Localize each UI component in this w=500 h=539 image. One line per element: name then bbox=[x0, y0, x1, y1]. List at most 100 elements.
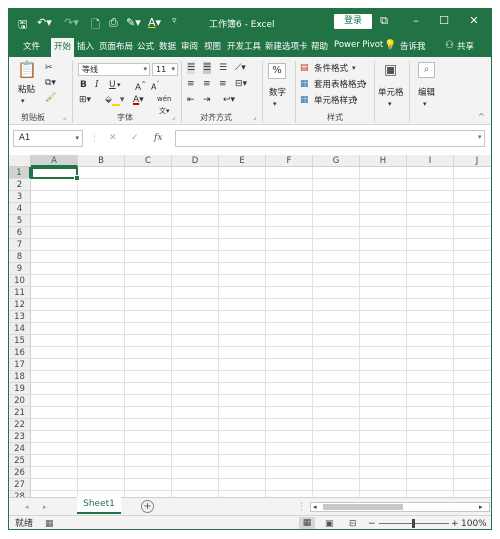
editing-dropdown-icon[interactable]: ▾ bbox=[423, 98, 427, 110]
align-middle-icon[interactable]: ☰ bbox=[203, 62, 212, 74]
column-header[interactable]: D bbox=[172, 155, 219, 167]
align-bottom-icon[interactable]: ☰ bbox=[219, 62, 227, 74]
align-top-icon[interactable]: ☰ bbox=[187, 62, 196, 74]
paste-label[interactable]: 粘贴 bbox=[18, 83, 35, 95]
orientation-icon[interactable]: ⟋▾ bbox=[235, 62, 246, 74]
sheet-tab-sheet1[interactable]: Sheet1 bbox=[77, 497, 121, 514]
row-header[interactable]: 15 bbox=[9, 335, 31, 347]
column-header[interactable]: C bbox=[125, 155, 172, 167]
row-header[interactable]: 24 bbox=[9, 443, 31, 455]
paste-icon[interactable]: 📋 bbox=[17, 61, 37, 79]
paste-dropdown-icon[interactable]: ▾ bbox=[21, 95, 25, 107]
increase-font-icon[interactable]: A^ bbox=[135, 79, 146, 94]
share-button[interactable]: 共享 bbox=[457, 40, 474, 52]
close-icon[interactable]: ✕ bbox=[466, 14, 482, 27]
expand-formula-icon[interactable]: ▾ bbox=[478, 133, 482, 141]
collapse-ribbon-icon[interactable]: ^ bbox=[478, 111, 485, 123]
column-header[interactable]: F bbox=[266, 155, 313, 167]
row-header[interactable]: 16 bbox=[9, 347, 31, 359]
normal-view-icon[interactable]: ▦ bbox=[299, 517, 315, 529]
scroll-right-icon[interactable]: ▸ bbox=[479, 501, 483, 513]
cells-dropdown-icon[interactable]: ▾ bbox=[388, 98, 392, 110]
format-painter-button-icon[interactable]: 🖌 bbox=[45, 92, 56, 104]
font-size-select[interactable]: 11 ▾ bbox=[152, 63, 178, 76]
decrease-font-icon[interactable]: Aˇ bbox=[151, 79, 159, 94]
row-header[interactable]: 21 bbox=[9, 407, 31, 419]
conditional-format-button[interactable]: 条件格式 bbox=[314, 62, 348, 74]
redo-icon[interactable]: ↷▾ bbox=[64, 16, 79, 29]
tab-formulas[interactable]: 公式 bbox=[137, 40, 154, 52]
column-header[interactable]: I bbox=[407, 155, 454, 167]
row-header[interactable]: 19 bbox=[9, 383, 31, 395]
scroll-left-icon[interactable]: ◂ bbox=[313, 501, 317, 513]
row-header[interactable]: 7 bbox=[9, 239, 31, 251]
new-file-icon[interactable]: 🗋 bbox=[91, 16, 100, 35]
macro-record-icon[interactable]: ▦ bbox=[45, 518, 54, 529]
number-dropdown-icon[interactable]: ▾ bbox=[273, 98, 277, 110]
fill-color-icon[interactable]: ⬙ ▾ bbox=[105, 94, 124, 106]
lightbulb-icon[interactable]: 💡 bbox=[384, 40, 396, 51]
row-header[interactable]: 10 bbox=[9, 275, 31, 287]
tab-insert[interactable]: 插入 bbox=[77, 40, 94, 52]
italic-button[interactable]: I bbox=[95, 79, 99, 91]
merge-center-icon[interactable]: ⊟▾ bbox=[235, 78, 247, 90]
border-icon[interactable]: ⊞▾ bbox=[79, 94, 91, 106]
undo-icon[interactable]: ↶▾ bbox=[37, 16, 52, 29]
align-left-icon[interactable]: ≡ bbox=[187, 78, 195, 90]
page-break-view-icon[interactable]: ⊟ bbox=[349, 518, 357, 529]
tab-file[interactable]: 文件 bbox=[23, 40, 40, 52]
horizontal-scrollbar[interactable]: ◂ ▸ bbox=[310, 502, 490, 512]
find-icon[interactable]: ⌕ bbox=[418, 62, 435, 78]
tab-developer[interactable]: 开发工具 bbox=[227, 40, 261, 52]
chevron-down-icon[interactable]: ▾ bbox=[352, 62, 356, 74]
add-sheet-icon[interactable]: + bbox=[141, 500, 154, 513]
font-launcher-icon[interactable]: ⌟ bbox=[172, 111, 175, 123]
cut-icon[interactable]: ✂ bbox=[45, 62, 53, 74]
row-header[interactable]: 4 bbox=[9, 203, 31, 215]
format-painter-icon[interactable]: ✎▾ bbox=[126, 16, 141, 29]
align-right-icon[interactable]: ≡ bbox=[219, 78, 227, 90]
cell-styles-button[interactable]: 单元格样式 bbox=[314, 94, 357, 106]
save-icon[interactable]: 🖫 bbox=[18, 16, 27, 35]
login-button[interactable]: 登录 bbox=[334, 14, 372, 29]
decrease-indent-icon[interactable]: ⇤ bbox=[187, 94, 195, 106]
worksheet-grid[interactable]: A B C D E F G H I J 1 2 3 4 5 6 7 8 9 10 11 12 13 14 15 16 17 18 19 2… bbox=[9, 155, 491, 497]
zoom-level[interactable]: 100% bbox=[461, 518, 487, 529]
increase-indent-icon[interactable]: ⇥ bbox=[203, 94, 211, 106]
ribbon-display-icon[interactable]: ⧉ bbox=[376, 14, 392, 28]
minimize-icon[interactable]: – bbox=[408, 14, 424, 27]
copy-icon[interactable]: ⧉▾ bbox=[45, 77, 56, 89]
cells-icon[interactable]: ▣ bbox=[384, 62, 397, 78]
row-header[interactable]: 6 bbox=[9, 227, 31, 239]
tab-data[interactable]: 数据 bbox=[159, 40, 176, 52]
print-preview-icon[interactable]: ⎙ bbox=[109, 16, 118, 30]
cells-label[interactable]: 单元格 bbox=[378, 86, 404, 98]
tab-power-pivot[interactable]: Power Pivot bbox=[334, 40, 383, 50]
cancel-icon[interactable]: ✕ bbox=[109, 133, 117, 143]
cell-styles-icon[interactable]: ▦ bbox=[300, 94, 309, 106]
row-header[interactable]: 1 bbox=[9, 167, 31, 179]
row-header[interactable]: 20 bbox=[9, 395, 31, 407]
zoom-slider[interactable] bbox=[379, 519, 449, 528]
column-header[interactable]: H bbox=[360, 155, 407, 167]
wrap-text-icon[interactable]: ↩▾ bbox=[223, 94, 235, 106]
tab-review[interactable]: 审阅 bbox=[181, 40, 198, 52]
zoom-slider-thumb[interactable] bbox=[412, 519, 415, 528]
insert-function-icon[interactable]: fx bbox=[154, 133, 162, 143]
clipboard-launcher-icon[interactable]: ⌟ bbox=[63, 111, 66, 123]
percent-icon[interactable]: % bbox=[268, 63, 286, 79]
phonetic-icon[interactable]: wén 文▾ bbox=[157, 93, 171, 117]
row-header[interactable]: 14 bbox=[9, 323, 31, 335]
column-header[interactable]: A bbox=[31, 155, 78, 167]
scrollbar-thumb[interactable] bbox=[323, 504, 403, 510]
name-box[interactable]: A1 ▾ bbox=[13, 130, 83, 147]
alignment-launcher-icon[interactable]: ⌟ bbox=[253, 111, 256, 123]
row-header[interactable]: 26 bbox=[9, 467, 31, 479]
customize-qat-icon[interactable]: ▿ bbox=[172, 16, 177, 26]
editing-label[interactable]: 编辑 bbox=[418, 86, 435, 98]
row-header[interactable]: 8 bbox=[9, 251, 31, 263]
select-all-corner[interactable] bbox=[9, 155, 31, 167]
tab-page-layout[interactable]: 页面布局 bbox=[99, 40, 133, 52]
underline-button[interactable]: U bbox=[109, 79, 116, 91]
column-header[interactable]: B bbox=[78, 155, 125, 167]
